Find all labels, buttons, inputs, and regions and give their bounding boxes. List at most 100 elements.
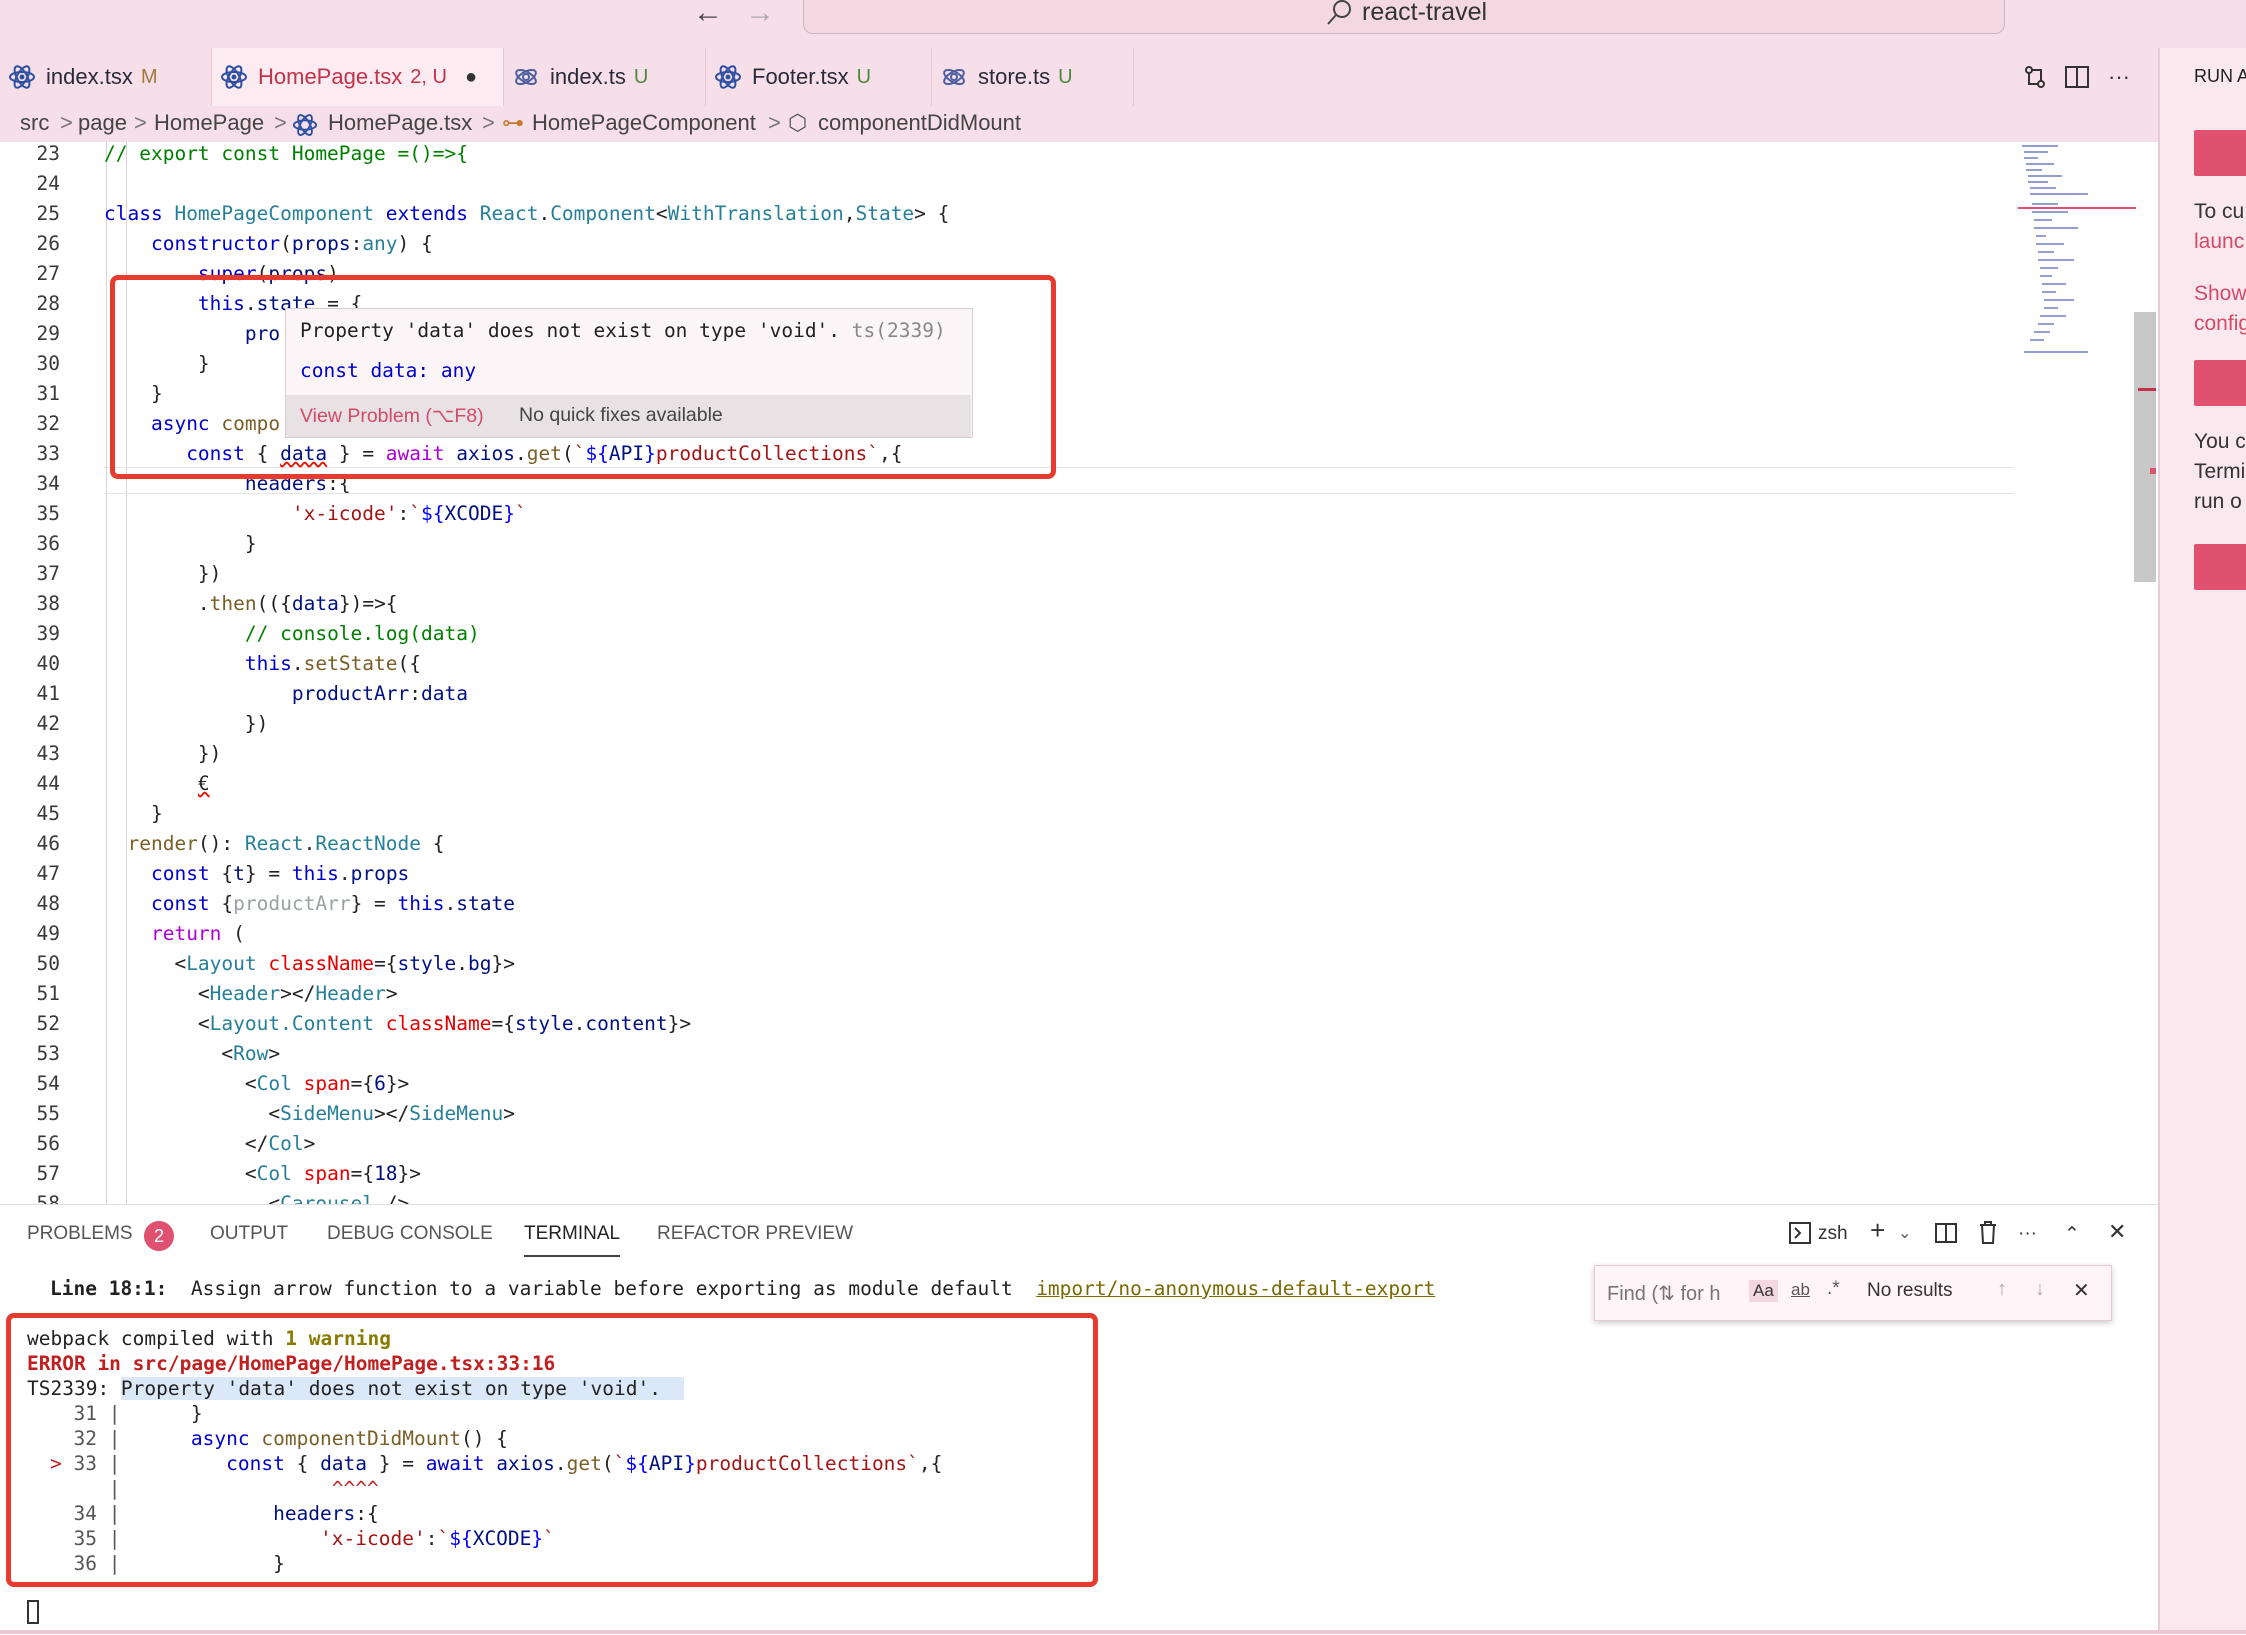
minimap[interactable]: [2018, 142, 2136, 382]
back-arrow-icon[interactable]: ←: [690, 0, 726, 28]
line-number: 41: [36, 682, 60, 705]
title-bar: ← → react-travel: [0, 0, 2246, 48]
next-match-icon[interactable]: ↓: [2035, 1278, 2045, 1301]
tab-debug-console[interactable]: DEBUG CONSOLE: [327, 1223, 493, 1245]
active-tab-indicator: [524, 1255, 620, 1257]
breadcrumb-page[interactable]: page: [78, 110, 127, 136]
tab-index-ts[interactable]: index.ts U: [504, 48, 706, 106]
line-number: 56: [36, 1132, 60, 1155]
code-line: }: [104, 802, 163, 825]
line-number: 57: [36, 1162, 60, 1185]
breadcrumb: src > page > HomePage > HomePage.tsx > ⊶…: [0, 106, 2158, 142]
code-line: <Carousel />: [104, 1192, 410, 1204]
problems-count-badge: 2: [144, 1221, 174, 1251]
scrollbar-error-marker: [2150, 468, 2156, 474]
tab-footer-tsx[interactable]: Footer.tsx U: [706, 48, 932, 106]
tab-index-tsx[interactable]: index.tsx M: [0, 48, 212, 106]
breadcrumb-class[interactable]: HomePageComponent: [532, 110, 756, 136]
tab-output[interactable]: OUTPUT: [210, 1223, 288, 1245]
tab-homepage-tsx[interactable]: HomePage.tsx 2, U ●: [212, 48, 504, 106]
debug-url-button[interactable]: [2194, 360, 2246, 406]
code-line: <Layout className={style.bg}>: [104, 952, 515, 975]
editor-scrollbar[interactable]: [2134, 312, 2156, 582]
react-file-icon: [715, 65, 741, 89]
lint-message: Assign arrow function to a variable befo…: [190, 1277, 1013, 1300]
tab-terminal[interactable]: TERMINAL: [524, 1223, 620, 1245]
compare-changes-icon[interactable]: [2020, 62, 2050, 92]
line-number: 29: [36, 322, 60, 345]
forward-arrow-icon[interactable]: →: [742, 0, 778, 28]
annotation-highlight-box: [6, 1313, 1098, 1587]
code-line: const {t} = this.props: [150, 862, 410, 885]
line-number: 26: [36, 232, 60, 255]
tab-problems[interactable]: PROBLEMS: [27, 1223, 133, 1245]
command-center-search[interactable]: react-travel: [803, 0, 2005, 34]
new-terminal-icon[interactable]: +: [1870, 1215, 1885, 1246]
chevron-down-icon[interactable]: ⌄: [1898, 1223, 1911, 1243]
line-number: 43: [36, 742, 60, 765]
find-input[interactable]: [1605, 1278, 1747, 1310]
more-actions-icon[interactable]: ···: [2104, 62, 2134, 92]
current-line-highlight: [104, 493, 2014, 494]
breadcrumb-method[interactable]: componentDidMount: [818, 110, 1021, 136]
line-number: 54: [36, 1072, 60, 1095]
line-number: 38: [36, 592, 60, 615]
breadcrumb-separator: >: [768, 110, 781, 135]
line-number: 51: [36, 982, 60, 1005]
code-line: const {productArr} = this.state: [150, 892, 515, 915]
line-number: 40: [36, 652, 60, 675]
command-center-text: react-travel: [1362, 0, 1488, 26]
sidebar-title: RUN A: [2194, 66, 2246, 86]
line-number: 47: [36, 862, 60, 885]
line-number: 50: [36, 952, 60, 975]
run-debug-button[interactable]: [2194, 130, 2246, 176]
status-strip: [0, 1630, 2246, 1634]
split-terminal-icon[interactable]: [1934, 1221, 1958, 1245]
code-line: <Row>: [104, 1042, 281, 1065]
more-actions-icon[interactable]: ···: [2018, 1223, 2037, 1245]
config-link[interactable]: config: [2194, 312, 2246, 336]
sidebar-text: To cu: [2194, 200, 2245, 223]
redux-file-icon: [515, 69, 537, 85]
launch-link[interactable]: launc: [2194, 230, 2244, 254]
terminal-shell-label[interactable]: zsh: [1818, 1223, 1848, 1245]
sidebar-text: You c: [2194, 430, 2246, 453]
split-editor-icon[interactable]: [2062, 62, 2092, 92]
annotation-highlight-box: [110, 275, 1056, 479]
close-panel-icon[interactable]: ✕: [2108, 1219, 2126, 1245]
match-case-toggle[interactable]: Aa: [1749, 1280, 1778, 1302]
regex-toggle[interactable]: .*: [1827, 1278, 1840, 1300]
line-number: 44: [36, 772, 60, 795]
tab-store-ts[interactable]: store.ts U: [932, 48, 1134, 106]
tab-status: M: [140, 65, 158, 88]
trash-icon[interactable]: [1976, 1219, 2000, 1245]
code-line: constructor(props:any) {: [150, 232, 433, 255]
whole-word-toggle[interactable]: ab: [1791, 1280, 1810, 1300]
class-icon: ⊶: [502, 110, 524, 135]
breadcrumb-file[interactable]: HomePage.tsx: [328, 110, 472, 136]
tab-refactor-preview[interactable]: REFACTOR PREVIEW: [657, 1223, 853, 1245]
find-result-count: No results: [1867, 1280, 1953, 1301]
code-editor[interactable]: 23 24 25 26 27 28 29 30 31 32 33 34 35 36 37 38 39 40 41 42…: [0, 142, 2158, 1204]
unsaved-dot-icon[interactable]: ●: [465, 66, 477, 89]
previous-match-icon[interactable]: ↑: [1997, 1278, 2007, 1301]
close-find-icon[interactable]: ✕: [2073, 1278, 2090, 1303]
line-number: 31: [36, 382, 60, 405]
line-number: 58: [36, 1192, 60, 1204]
sidebar-text: run o: [2194, 490, 2242, 513]
line-number: 42: [36, 712, 60, 735]
scrollbar-error-marker: [2138, 388, 2156, 391]
breadcrumb-homepage-folder[interactable]: HomePage: [154, 110, 264, 136]
code-line: }): [104, 742, 222, 765]
breadcrumb-separator: >: [60, 110, 73, 135]
code-line: this.setState({: [244, 652, 422, 675]
breadcrumb-src[interactable]: src: [20, 110, 49, 136]
terminal-find-widget: Aa ab .* No results ↑ ↓ ✕: [1594, 1265, 2112, 1321]
show-config-link[interactable]: Show: [2194, 282, 2246, 306]
maximize-panel-icon[interactable]: ⌃: [2064, 1223, 2080, 1246]
code-line: <Col span={18}>: [104, 1162, 422, 1185]
code-line: €: [197, 772, 210, 795]
line-number: 39: [36, 622, 60, 645]
terminal-debug-button[interactable]: [2194, 544, 2246, 590]
lint-rule-link[interactable]: import/no-anonymous-default-export: [1036, 1277, 1435, 1300]
